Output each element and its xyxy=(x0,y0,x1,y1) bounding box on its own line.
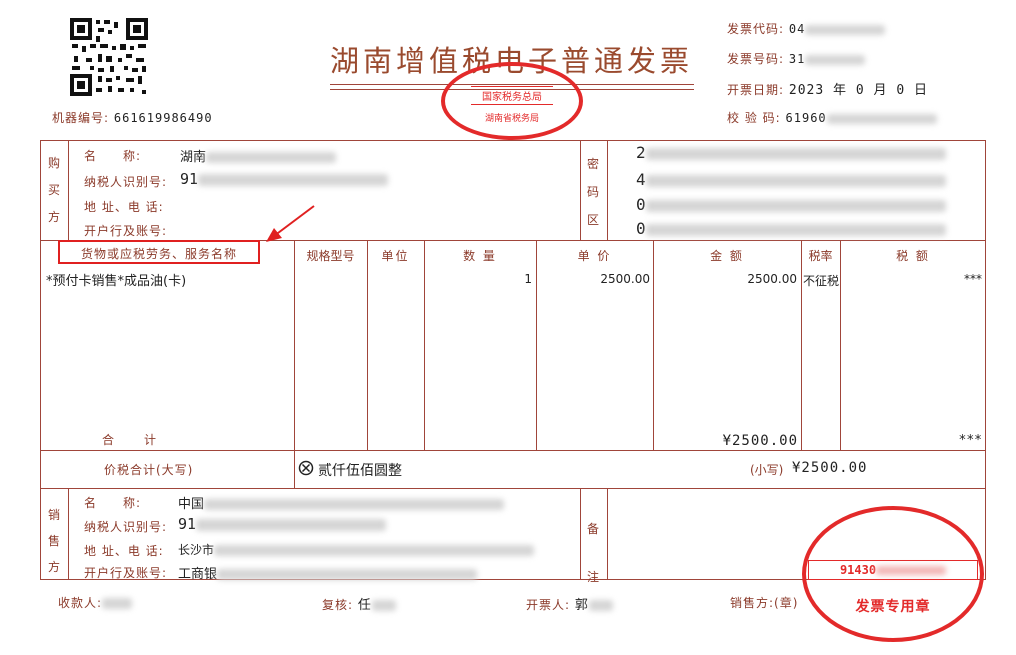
invoice-code-value: 04 xyxy=(788,22,806,36)
password-divider-left xyxy=(580,140,581,240)
seller-side-label: 销售方 xyxy=(48,508,61,574)
header-tax: 税 额 xyxy=(896,249,930,263)
drawer: 开票人: 郭 xyxy=(526,594,613,613)
password-row-4-value: 0 xyxy=(636,219,646,238)
seller-address-label: 地 址、电 话: xyxy=(84,544,164,558)
seller-name-label: 名 称: xyxy=(84,496,142,510)
col-divider-spec xyxy=(294,240,295,450)
password-row-3-value: 0 xyxy=(636,195,646,214)
buyer-tax-label: 纳税人识别号: xyxy=(84,175,168,189)
seller-address: 长沙市 xyxy=(178,541,535,558)
invoice-number-label: 发票号码: xyxy=(727,52,785,66)
total-amount: ¥2500.00 xyxy=(722,433,798,449)
invoice-code: 发票代码: 04 xyxy=(727,20,886,37)
seal-number: 91430 xyxy=(808,560,978,580)
seller-bank-label: 开户行及账号: xyxy=(84,566,168,580)
invoice-date-label: 开票日期: xyxy=(727,83,785,97)
password-row-3: 0 xyxy=(636,195,946,214)
annotation-arrow-icon xyxy=(266,205,315,242)
reviewer-value: 任 xyxy=(357,598,372,613)
grand-total-lower: ¥2500.00 xyxy=(792,460,868,476)
password-row-4: 0 xyxy=(636,219,946,238)
header-qty: 数 量 xyxy=(463,249,497,263)
grand-total-divider xyxy=(294,450,295,488)
header-item-name: 货物或应税劳务、服务名称 xyxy=(58,240,260,264)
remark-divider-right xyxy=(607,488,608,580)
seller-bank: 工商银 xyxy=(178,563,478,582)
check-code-value: 61960 xyxy=(785,111,827,125)
seller-address-value: 长沙市 xyxy=(178,543,215,557)
divider-items xyxy=(40,450,986,451)
buyer-tax-value: 91 xyxy=(180,170,199,188)
seal-label: 发票专用章 xyxy=(855,599,931,615)
seal-line-1: 国家税务总局 xyxy=(471,86,553,105)
circle-x-icon xyxy=(298,460,314,476)
check-code-label: 校 验 码: xyxy=(727,111,781,125)
remark-divider-left xyxy=(580,488,581,580)
item-amount: 2500.00 xyxy=(747,272,797,286)
seller-bank-value: 工商银 xyxy=(178,567,218,582)
buyer-name: 湖南 xyxy=(180,146,337,165)
invoice-date-value: 2023 年 0 月 0 日 xyxy=(788,83,928,98)
password-row-2: 4 xyxy=(636,170,946,189)
drawer-label: 开票人: xyxy=(526,598,571,612)
machine-number-label: 机器编号: xyxy=(52,111,110,125)
header-price: 单 价 xyxy=(577,249,612,263)
seller-tax-value: 91 xyxy=(178,515,197,533)
seal-line-2: 湖南省税务局 xyxy=(484,114,539,124)
col-divider-rate xyxy=(801,240,802,450)
drawer-value: 郭 xyxy=(574,598,589,613)
grand-total-label: 价税合计(大写) xyxy=(104,463,194,477)
seller-seal-label: 销售方:(章) xyxy=(730,596,799,610)
seller-tax-label: 纳税人识别号: xyxy=(84,520,168,534)
buyer-bank-label: 开户行及账号: xyxy=(84,224,168,238)
grand-total-lower-label: (小写) xyxy=(750,463,784,477)
header-spec: 规格型号 xyxy=(306,249,355,263)
password-divider-right xyxy=(607,140,608,240)
qr-code-icon xyxy=(68,16,150,98)
reviewer: 复核: 任 xyxy=(322,594,396,613)
item-price: 2500.00 xyxy=(600,272,650,286)
machine-number: 机器编号: 661619986490 xyxy=(52,109,213,126)
password-row-1-value: 2 xyxy=(636,143,646,162)
grand-total-upper: 贰仟伍佰圆整 xyxy=(318,463,402,479)
invoice-number-value: 31 xyxy=(788,52,806,66)
payee: 收款人: xyxy=(58,594,133,611)
buyer-tax: 91 xyxy=(180,170,389,188)
payee-label: 收款人: xyxy=(58,596,103,610)
seller-name-value: 中国 xyxy=(178,497,205,512)
seller-side-divider xyxy=(68,488,69,580)
password-row-1: 2 xyxy=(636,143,946,162)
invoice-code-label: 发票代码: xyxy=(727,22,785,36)
item-tax: *** xyxy=(964,272,982,286)
item-qty: 1 xyxy=(524,272,532,286)
buyer-name-value: 湖南 xyxy=(180,150,207,165)
password-area-label: 密码区 xyxy=(587,157,600,227)
seal-number-value: 91430 xyxy=(839,563,877,577)
header-unit: 单位 xyxy=(381,249,410,263)
buyer-name-label: 名 称: xyxy=(84,149,142,163)
header-rate: 税率 xyxy=(808,249,833,263)
check-code: 校 验 码: 61960 xyxy=(727,109,937,126)
total-label: 合 计 xyxy=(102,433,159,447)
password-row-2-value: 4 xyxy=(636,170,646,189)
remark-label: 备注 xyxy=(587,522,600,584)
buyer-address-label: 地 址、电 话: xyxy=(84,200,164,214)
invoice-number: 发票号码: 31 xyxy=(727,50,866,67)
buyer-side-label: 购买方 xyxy=(48,156,61,224)
reviewer-label: 复核: xyxy=(322,598,354,612)
col-divider-unit xyxy=(367,240,368,450)
invoice-special-seal: 91430 发票专用章 xyxy=(802,506,984,642)
header-amount: 金 额 xyxy=(710,249,744,263)
total-tax: *** xyxy=(958,433,982,448)
buyer-side-divider xyxy=(68,140,69,240)
seller-name: 中国 xyxy=(178,493,505,512)
invoice-date: 开票日期: 2023 年 0 月 0 日 xyxy=(727,79,928,98)
item-rate: 不征税 xyxy=(803,274,840,288)
item-name: *预付卡销售*成品油(卡) xyxy=(46,274,187,289)
divider-total xyxy=(40,488,986,489)
seller-tax: 91 xyxy=(178,515,387,533)
tax-bureau-seal: 国家税务总局 湖南省税务局 xyxy=(441,62,583,140)
machine-number-value: 661619986490 xyxy=(113,111,213,125)
